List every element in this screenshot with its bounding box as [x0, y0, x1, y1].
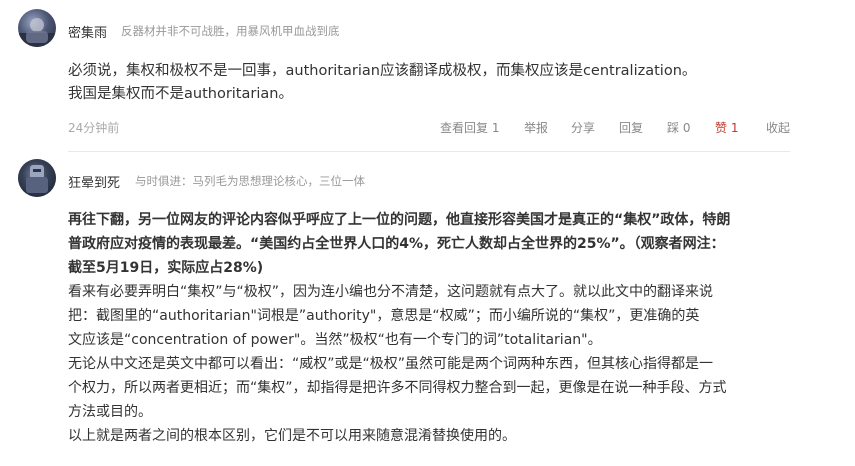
comment-bold-line: 截至5月19日，实际应占28%) — [68, 260, 264, 276]
comment-text-line: 看来有必要弄明白“集权”与“极权”，因为连小编也分不清楚，这问题就有点大了。就以… — [68, 284, 714, 300]
reply-button[interactable]: 回复 — [619, 119, 643, 136]
comment-text-line: 以上就是两者之间的根本区别，它们是不可以用来随意混淆替换使用的。 — [68, 428, 516, 444]
comment-timestamp: 24分钟前 — [68, 121, 120, 135]
comment-body: 再往下翻，另一位网友的评论内容似乎呼应了上一位的问题，他直接形容美国才是真正的“… — [68, 208, 798, 448]
like-button[interactable]: 赞 1 — [715, 119, 738, 136]
report-button[interactable]: 举报 — [524, 119, 548, 136]
user-avatar[interactable] — [18, 9, 56, 47]
username[interactable]: 狂晕到死 — [68, 172, 120, 191]
comment-divider — [68, 151, 790, 152]
collapse-button[interactable]: 收起 — [766, 119, 790, 136]
comment-text-line: 无论从中文还是英文中都可以看出：“威权”或是“极权”虽然可能是两个词两种东西，但… — [68, 356, 714, 372]
dislike-button[interactable]: 踩 0 — [667, 119, 690, 136]
comment-text-line: 必须说，集权和极权不是一回事，authoritarian应该翻译成极权，而集权应… — [68, 63, 697, 79]
comment-text-line: 方法或目的。 — [68, 404, 152, 420]
view-replies-button[interactable]: 查看回复 1 — [440, 119, 499, 136]
user-signature: 与时俱进：马列毛为思想理论核心，三位一体 — [135, 174, 365, 188]
comment-text-line: 文应该是“concentration of power"。当然”极权“也有一个专… — [68, 332, 602, 348]
comment-bold-line: 普政府应对疫情的表现最差。“美国约占全世界人口的4%，死亡人数却占全世界的25%… — [68, 236, 725, 252]
share-button[interactable]: 分享 — [571, 119, 595, 136]
comment-text-line: 个权力，所以两者更相近；而“集权”，却指得是把许多不同得权力整合到一起，更像是在… — [68, 380, 727, 396]
user-avatar[interactable] — [18, 159, 56, 197]
comment-text-line: 我国是集权而不是authoritarian。 — [68, 86, 293, 102]
comment-bold-line: 再往下翻，另一位网友的评论内容似乎呼应了上一位的问题，他直接形容美国才是真正的“… — [68, 212, 731, 228]
comment-text-line: 把：截图里的“authoritarian"词根是”authority"，意思是“… — [68, 308, 700, 324]
user-signature: 反器材并非不可战胜，用暴风机甲血战到底 — [121, 24, 340, 38]
username[interactable]: 密集雨 — [68, 22, 107, 41]
